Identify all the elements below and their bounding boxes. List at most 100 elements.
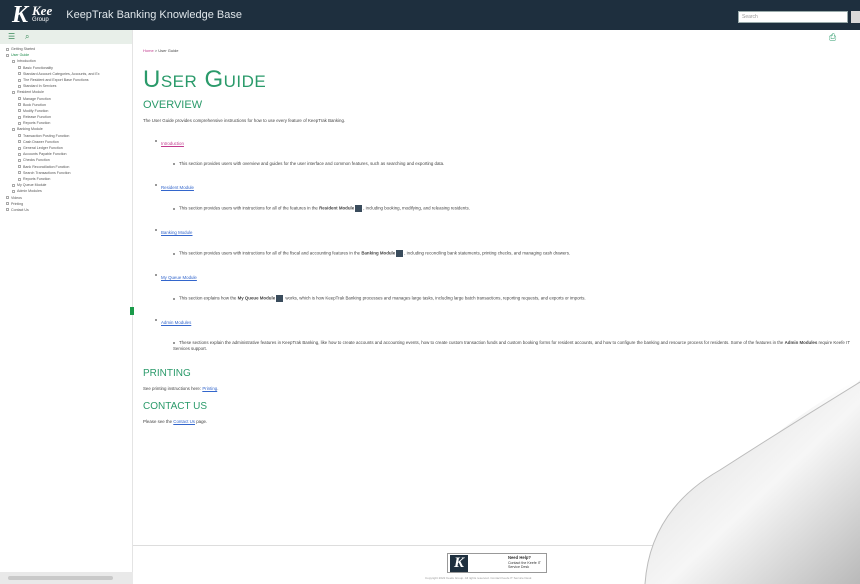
overview-heading: OVERVIEW xyxy=(143,99,203,111)
description-text: This section provides users with instruc… xyxy=(179,250,362,256)
toc-icon[interactable]: ☰ xyxy=(8,33,17,41)
printing-text: See printing instructions here: Printing… xyxy=(143,386,855,391)
module-name: Admin Modules xyxy=(784,340,818,345)
expand-icon[interactable] xyxy=(18,134,21,138)
main-content: Home > User Guide User Guide OVERVIEW Th… xyxy=(143,48,855,424)
sidebar-toggle-handle[interactable] xyxy=(130,307,134,315)
need-help-label: Need Help? xyxy=(507,555,531,561)
section-link-row: Admin Modules xyxy=(155,311,855,329)
contact-post: page. xyxy=(195,419,208,424)
toc-tree: Getting Started User Guide Introduction Bas… xyxy=(0,44,132,213)
logo[interactable]: K Kee Group xyxy=(12,3,52,27)
expand-icon[interactable] xyxy=(18,152,21,156)
footer-help-text: Need Help? Contact the Keefe IT Service … xyxy=(508,556,546,570)
printing-link[interactable]: Printing xyxy=(202,386,217,391)
printing-heading: PRINTING xyxy=(143,368,191,379)
bullet xyxy=(155,228,157,231)
description-text: This section provides users with instruc… xyxy=(179,205,320,211)
sidebar-toolbar: ☰ ⌕ xyxy=(0,30,132,44)
expand-icon[interactable] xyxy=(12,183,15,187)
module-icon xyxy=(355,205,363,212)
expand-icon[interactable] xyxy=(18,84,21,88)
expand-icon[interactable] xyxy=(18,97,21,101)
expand-icon[interactable] xyxy=(18,121,21,125)
section-link[interactable]: Admin Modules xyxy=(161,320,191,325)
section-list: Introduction This section provides users … xyxy=(143,132,855,352)
breadcrumb-current: User Guide xyxy=(158,48,179,53)
module-icon xyxy=(396,250,404,257)
section-description: This section provides users with instruc… xyxy=(173,250,855,257)
printing-period: . xyxy=(217,386,219,391)
module-icon xyxy=(276,295,284,302)
section-link[interactable]: Introduction xyxy=(161,141,184,146)
contact-pre: Please see the xyxy=(143,419,174,424)
expand-icon[interactable] xyxy=(18,109,21,113)
section-link-row: Resident Module xyxy=(155,176,855,194)
expand-icon[interactable] xyxy=(18,177,21,181)
description-text: These sections explain the administrativ… xyxy=(179,340,785,345)
copyright: Copyright 2022 Keefe Group. All rights r… xyxy=(425,576,532,580)
bullet xyxy=(173,297,175,300)
bullet xyxy=(155,318,157,321)
expand-icon[interactable] xyxy=(18,115,21,119)
expand-icon[interactable] xyxy=(18,146,21,150)
page: K Kee Group KeepTrak Banking Knowledge B… xyxy=(0,0,860,584)
expand-icon[interactable] xyxy=(6,208,9,212)
expand-icon[interactable] xyxy=(18,78,21,82)
section-link-row: Introduction xyxy=(155,132,855,150)
breadcrumb-home[interactable]: Home xyxy=(143,48,154,53)
description-text: This section explains how the xyxy=(179,295,238,301)
expand-icon[interactable] xyxy=(6,53,9,57)
bullet xyxy=(173,162,175,165)
search-input[interactable]: Search xyxy=(738,11,848,23)
expand-icon[interactable] xyxy=(18,165,21,169)
page-title: User Guide xyxy=(143,66,267,93)
description-text: , including reconciling bank statements,… xyxy=(404,250,571,256)
section-link[interactable]: Resident Module xyxy=(161,185,194,190)
print-icon[interactable]: ⎙ xyxy=(829,32,836,43)
sidebar-scrollbar[interactable] xyxy=(0,572,133,584)
expand-icon[interactable] xyxy=(12,128,15,132)
contact-heading: CONTACT US xyxy=(143,401,208,412)
expand-icon[interactable] xyxy=(12,59,15,63)
search-button[interactable] xyxy=(851,11,860,23)
expand-icon[interactable] xyxy=(12,189,15,193)
expand-icon[interactable] xyxy=(18,103,21,107)
intro-text: The User Guide provides comprehensive in… xyxy=(143,118,346,123)
sidebar-item-label: Contact Us xyxy=(11,207,29,212)
expand-icon[interactable] xyxy=(12,90,15,94)
section-item: Banking Module This section provides user… xyxy=(155,221,855,257)
bullet xyxy=(155,183,157,186)
section-item: Resident Module This section provides use… xyxy=(155,176,855,212)
bullet xyxy=(173,207,175,210)
expand-icon[interactable] xyxy=(18,140,21,144)
need-help-banner[interactable]: K Need Help? Contact the Keefe IT Servic… xyxy=(447,553,547,573)
expand-icon[interactable] xyxy=(18,158,21,162)
bullet xyxy=(155,273,157,276)
contact-us-link[interactable]: Contact Us xyxy=(173,419,195,424)
breadcrumb: Home > User Guide xyxy=(143,48,855,53)
expand-icon[interactable] xyxy=(18,72,21,76)
section-item: Introduction This section provides users … xyxy=(155,132,855,167)
expand-icon[interactable] xyxy=(6,196,9,200)
section-link[interactable]: Banking Module xyxy=(161,230,193,235)
app-title: KeepTrak Banking Knowledge Base xyxy=(66,9,242,21)
footer-logo: K xyxy=(450,554,468,572)
expand-icon[interactable] xyxy=(6,47,9,51)
footer-divider xyxy=(133,545,860,546)
contact-text: Please see the Contact Us page. xyxy=(143,419,855,424)
expand-icon[interactable] xyxy=(18,66,21,70)
bullet xyxy=(173,341,175,344)
expand-icon[interactable] xyxy=(18,171,21,175)
logo-k: K xyxy=(12,2,29,28)
sidebar: ☰ ⌕ Getting Started User Guide Introductio… xyxy=(0,30,133,572)
section-link[interactable]: My Queue Module xyxy=(161,275,197,280)
scrollbar-thumb[interactable] xyxy=(8,576,113,580)
top-header: K Kee Group KeepTrak Banking Knowledge B… xyxy=(0,0,860,30)
sidebar-item[interactable]: Contact Us xyxy=(0,207,132,213)
expand-icon[interactable] xyxy=(6,202,9,206)
module-name: Resident Module xyxy=(319,205,355,211)
help-sub-label: Contact the Keefe IT Service Desk xyxy=(507,560,541,570)
printing-label: See printing instructions here: xyxy=(143,386,203,391)
search-icon[interactable]: ⌕ xyxy=(25,33,34,41)
